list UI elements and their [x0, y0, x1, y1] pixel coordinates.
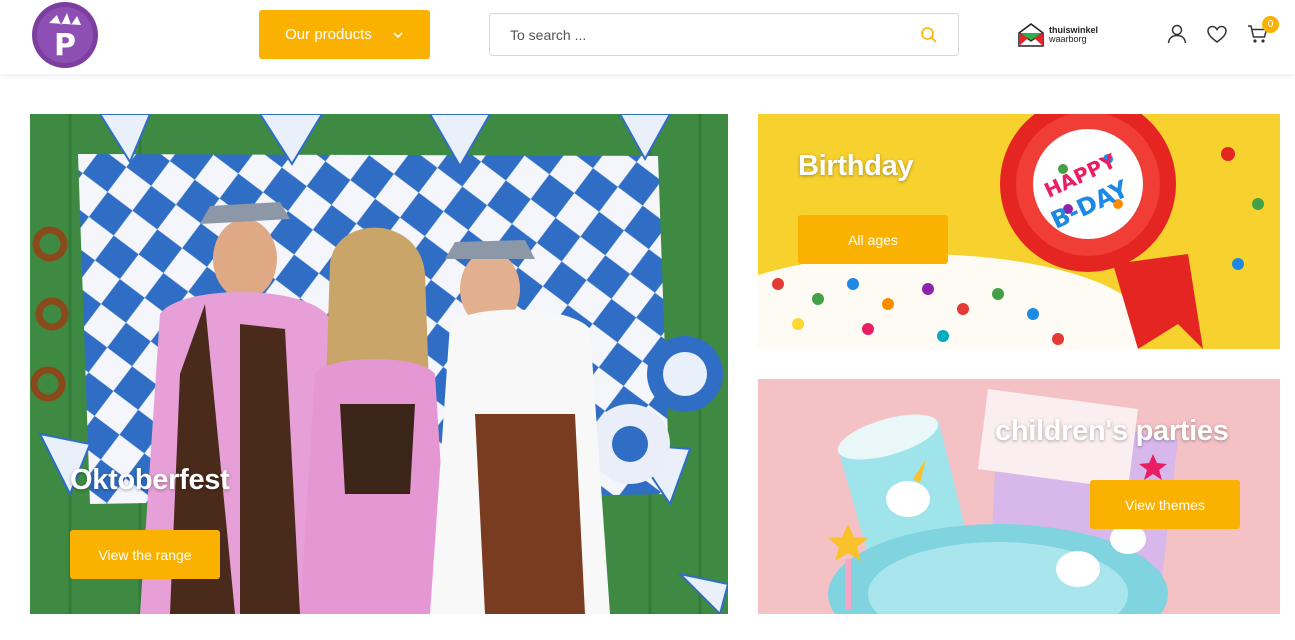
birthday-title: Birthday — [798, 150, 914, 182]
our-products-button[interactable]: Our products — [259, 10, 430, 59]
site-header: P Our products thuiswinkel waarborg — [0, 0, 1295, 74]
badge-line2: waarborg — [1049, 34, 1087, 44]
childrens-parties-title: children's parties — [995, 415, 1229, 447]
house-envelope-icon — [1018, 23, 1044, 47]
search-bar — [489, 13, 959, 56]
cart-count-badge: 0 — [1262, 16, 1279, 33]
oktoberfest-tile[interactable]: Oktoberfest View the range — [30, 114, 728, 614]
view-the-range-button[interactable]: View the range — [70, 530, 220, 579]
chevron-down-icon — [393, 31, 403, 38]
site-logo[interactable]: P — [31, 1, 99, 69]
heart-icon[interactable] — [1205, 22, 1229, 46]
user-icon[interactable] — [1165, 22, 1189, 46]
all-ages-button[interactable]: All ages — [798, 215, 948, 264]
thuiswinkel-waarborg-logo[interactable]: thuiswinkel waarborg — [1017, 22, 1101, 48]
oktoberfest-title: Oktoberfest — [70, 464, 230, 496]
view-themes-button[interactable]: View themes — [1090, 480, 1240, 529]
search-icon[interactable] — [920, 26, 938, 44]
search-input[interactable] — [490, 14, 890, 55]
birthday-tile[interactable]: HAPPY B-DAY Birthday All ages — [758, 114, 1280, 349]
our-products-label: Our products — [285, 26, 372, 43]
childrens-parties-tile[interactable]: children's parties View themes — [758, 379, 1280, 614]
svg-text:P: P — [54, 28, 76, 63]
